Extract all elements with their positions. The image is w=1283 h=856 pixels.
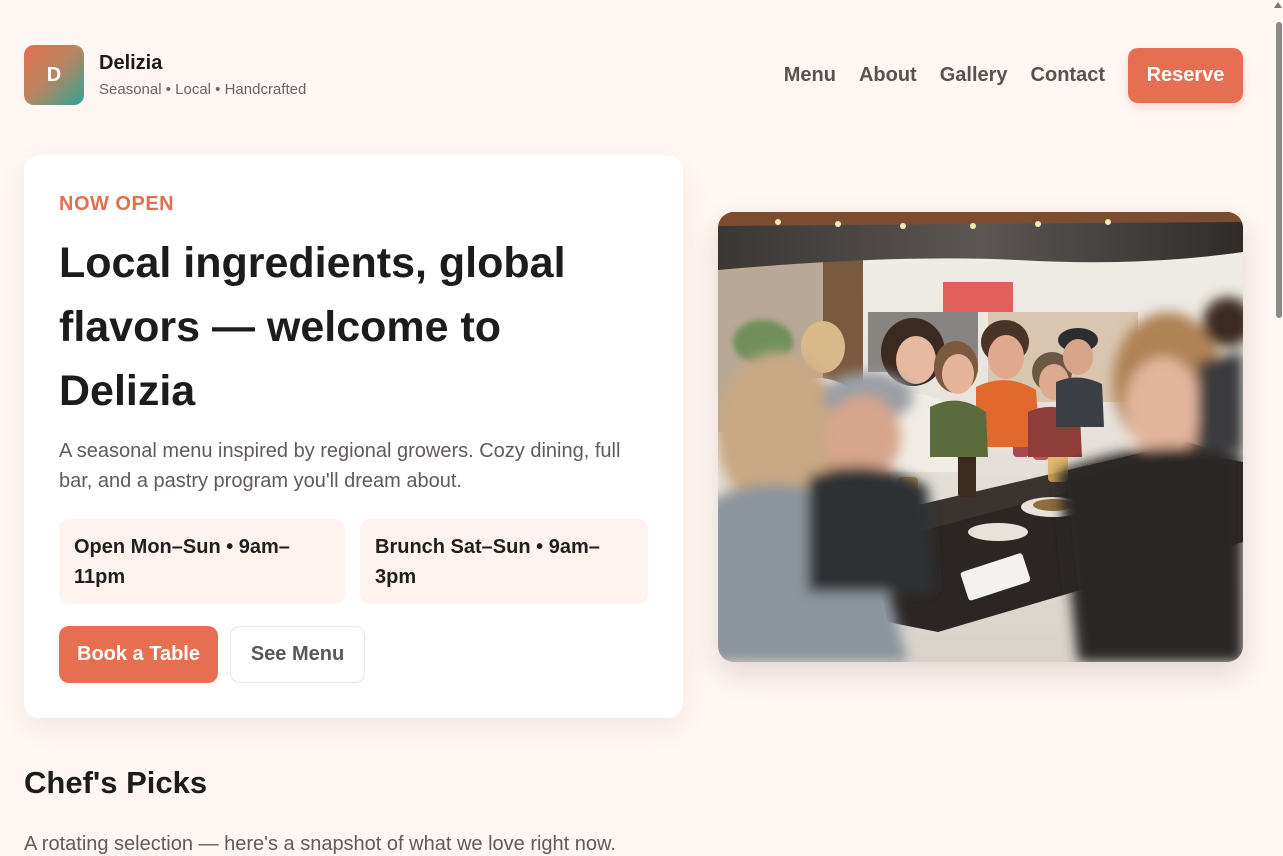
chefs-picks-subtitle: A rotating selection — here's a snapshot…	[24, 833, 616, 855]
see-menu-button[interactable]: See Menu	[230, 626, 365, 683]
now-open-eyebrow: NOW OPEN	[59, 193, 175, 215]
nav-link-contact[interactable]: Contact	[1031, 64, 1105, 87]
page-scrollbar[interactable]	[1274, 0, 1283, 856]
reserve-button[interactable]: Reserve	[1128, 48, 1243, 103]
site-header: D Delizia Seasonal • Local • Handcrafted…	[24, 44, 1243, 106]
scroll-thumb[interactable]	[1276, 22, 1282, 318]
nav-link-menu[interactable]: Menu	[784, 64, 836, 87]
main-nav: Menu About Gallery Contact Reserve	[784, 48, 1243, 103]
hero-card: NOW OPEN Local ingredients, global flavo…	[24, 155, 683, 718]
nav-link-gallery[interactable]: Gallery	[940, 64, 1008, 87]
logo-badge[interactable]: D	[24, 45, 84, 105]
book-table-button[interactable]: Book a Table	[59, 626, 218, 683]
hero-description: A seasonal menu inspired by regional gro…	[59, 440, 621, 492]
hero-title: Local ingredients, global flavors — welc…	[59, 239, 566, 415]
diners-illustration	[718, 212, 1243, 662]
brand-name[interactable]: Delizia	[99, 52, 162, 75]
brand-tagline: Seasonal • Local • Handcrafted	[99, 81, 307, 98]
nav-link-about[interactable]: About	[859, 64, 917, 87]
hours-chip-open: Open Mon–Sun • 9am–11pm	[59, 519, 345, 604]
scroll-up-arrow-icon[interactable]	[1274, 2, 1282, 8]
chefs-picks-title: Chef's Picks	[24, 765, 208, 800]
hours-chip-brunch: Brunch Sat–Sun • 9am–3pm	[360, 519, 648, 604]
hero-photo-diners	[718, 212, 1243, 662]
logo-letter: D	[46, 63, 62, 86]
